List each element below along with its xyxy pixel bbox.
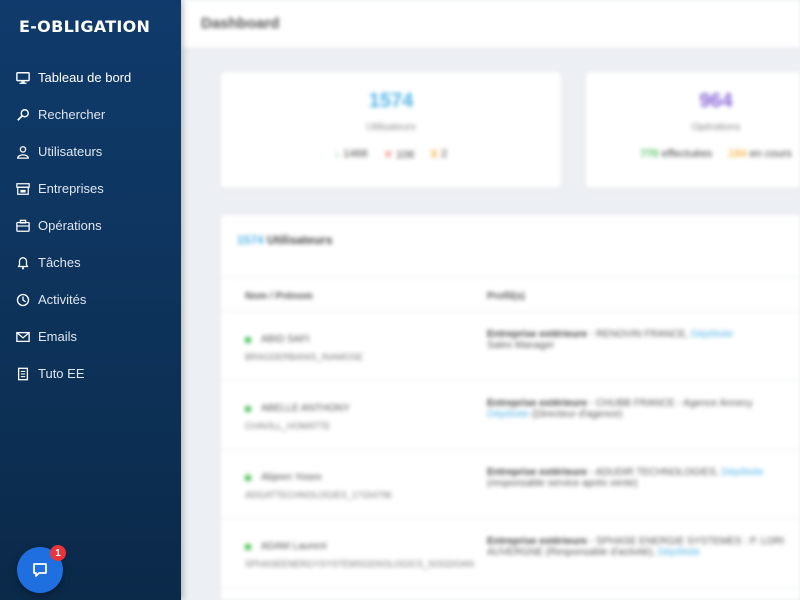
sidebar-item-utilisateurs[interactable]: Utilisateurs — [0, 133, 181, 170]
sidebar-item-label: Opérations — [38, 218, 102, 233]
document-icon — [16, 367, 30, 381]
active-status-icon — [245, 475, 251, 481]
divider — [221, 518, 800, 519]
user-icon — [16, 145, 30, 159]
user-login: BRAGDERBANIS_INAMOSE — [245, 352, 364, 362]
clock-icon — [16, 293, 30, 307]
sidebar-item-tableau-de-bord[interactable]: Tableau de bord — [0, 59, 181, 96]
sidebar-item-activites[interactable]: Activités — [0, 281, 181, 318]
main-content: Dashboard 1574 Utilisateurs ↓ 1466 ✕ 106… — [181, 0, 800, 600]
sidebar: E-OBLIGATION Tableau de bord Rechercher … — [0, 0, 181, 600]
active-status-icon — [245, 406, 251, 412]
sidebar-item-label: Tâches — [38, 255, 81, 270]
user-profile: Entreprise extérieure - SPHASE ENERGIE S… — [487, 536, 785, 558]
user-name: ABELLE ANTHONY — [261, 403, 350, 414]
active-status-icon — [245, 544, 251, 550]
column-header-profile[interactable]: Profil(s) — [487, 291, 525, 302]
sidebar-item-label: Utilisateurs — [38, 144, 103, 159]
divider — [221, 311, 800, 312]
users-table-title: 1574 Utilisateurs — [237, 233, 333, 247]
stat-value: 1574 — [368, 90, 414, 112]
stat-label: Opérations — [691, 122, 741, 133]
sidebar-item-tuto-ee[interactable]: Tuto EE — [0, 355, 181, 392]
stat-done: 770 effectuées — [640, 148, 713, 160]
sidebar-item-label: Emails — [38, 329, 78, 344]
divider — [221, 587, 800, 588]
sidebar-item-taches[interactable]: Tâches — [0, 244, 181, 281]
sidebar-item-label: Entreprises — [38, 181, 104, 196]
user-name: ADAM Laurent — [261, 541, 327, 552]
stat-card-users[interactable]: 1574 Utilisateurs ↓ 1466 ✕ 106 ⧖ 2 — [221, 72, 561, 188]
stat-inactive: ✕ 106 — [383, 149, 415, 161]
sidebar-item-operations[interactable]: Opérations — [0, 207, 181, 244]
user-profile: Entreprise extérieure - RENOVIN FRANCE, … — [487, 329, 734, 351]
user-profile: Entreprise extérieure - ADUDIR TECHNOLOG… — [487, 467, 764, 489]
monitor-icon — [16, 71, 30, 85]
sidebar-item-label: Rechercher — [38, 107, 106, 122]
chat-notification-badge: 1 — [50, 545, 66, 561]
divider — [221, 277, 800, 278]
mail-icon — [16, 330, 30, 344]
user-name: ABID SAFI — [261, 334, 310, 345]
page-title: Dashboard — [201, 15, 280, 32]
store-icon — [16, 182, 30, 196]
stat-in-progress: 194 en cours — [728, 148, 792, 160]
briefcase-icon — [16, 219, 30, 233]
sidebar-item-entreprises[interactable]: Entreprises — [0, 170, 181, 207]
stat-breakdown: 770 effectuées 194 en cours — [586, 148, 800, 160]
stat-card-operations[interactable]: 964 Opérations 770 effectuées 194 en cou… — [586, 72, 800, 188]
sidebar-item-label: Tuto EE — [38, 366, 85, 381]
sidebar-item-emails[interactable]: Emails — [0, 318, 181, 355]
divider — [221, 380, 800, 381]
user-login: CHAVILL_HOMATTE — [245, 421, 331, 431]
chat-icon — [31, 561, 49, 579]
sidebar-item-label: Tableau de bord — [38, 70, 132, 85]
user-profile: Entreprise extérieure - CHUBB FRANCE - A… — [487, 398, 753, 420]
user-name: Abjeen Yoses — [261, 472, 322, 483]
bell-icon — [16, 256, 30, 270]
top-bar: Dashboard — [181, 0, 800, 48]
user-login: ADGATTECHNOLOGIES_17154796 — [245, 490, 392, 500]
stat-value: 964 — [699, 90, 733, 112]
active-status-icon — [245, 337, 251, 343]
search-icon — [16, 108, 30, 122]
sidebar-nav: Tableau de bord Rechercher Utilisateurs … — [0, 59, 181, 392]
stat-active: ↓ 1466 — [334, 148, 368, 160]
user-login: SPHASEENERGYSYSTEMSGDSOLOGICS_SOGDOAN — [245, 559, 475, 569]
divider — [221, 449, 800, 450]
stat-pending: ⧖ 2 — [430, 148, 448, 160]
sidebar-item-rechercher[interactable]: Rechercher — [0, 96, 181, 133]
column-header-name[interactable]: Nom / Prénom — [245, 291, 313, 302]
sidebar-item-label: Activités — [38, 292, 87, 307]
users-table-card: 1574 Utilisateurs Nom / Prénom Profil(s)… — [221, 215, 800, 600]
brand-logo[interactable]: E-OBLIGATION — [19, 17, 150, 36]
stat-breakdown: ↓ 1466 ✕ 106 ⧖ 2 — [221, 148, 561, 161]
stat-label: Utilisateurs — [366, 122, 416, 133]
